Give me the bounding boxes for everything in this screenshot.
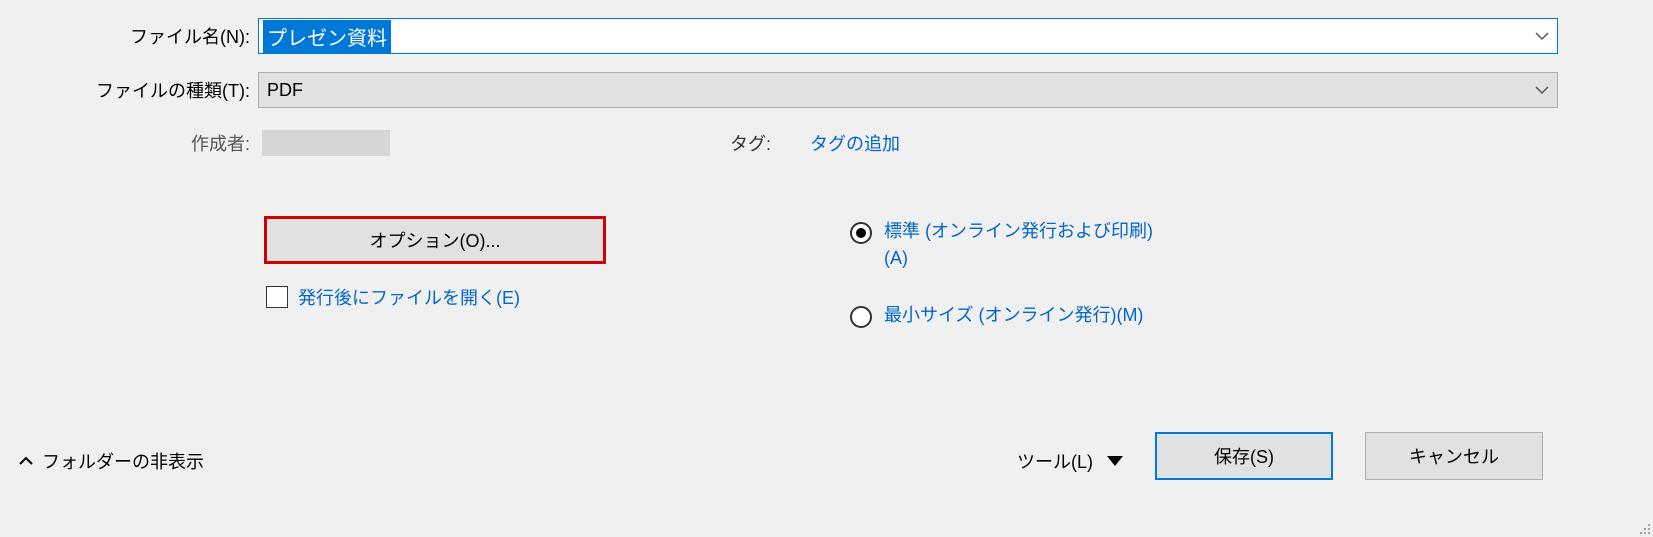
triangle-down-icon [1107, 456, 1123, 466]
author-label: 作成者: [0, 130, 258, 156]
add-tag-link[interactable]: タグの追加 [810, 130, 900, 156]
save-button[interactable]: 保存(S) [1155, 432, 1333, 480]
optimize-minimum-radio[interactable] [850, 306, 872, 328]
filetype-combobox[interactable]: PDF [258, 72, 1558, 108]
filename-combobox[interactable]: プレゼン資料 [258, 18, 1558, 54]
optimize-minimum-label[interactable]: 最小サイズ (オンライン発行)(M) [884, 302, 1143, 329]
filetype-value: PDF [267, 80, 303, 101]
optimize-standard-label[interactable]: 標準 (オンライン発行および印刷)(A) [884, 218, 1164, 272]
open-after-label[interactable]: 発行後にファイルを開く(E) [298, 284, 520, 310]
cancel-button[interactable]: キャンセル [1365, 432, 1543, 480]
filename-label: ファイル名(N): [0, 23, 258, 49]
open-after-checkbox[interactable] [266, 286, 288, 308]
tools-label: ツール(L) [1017, 448, 1093, 474]
filename-value: プレゼン資料 [263, 20, 391, 53]
author-value[interactable] [262, 130, 390, 156]
chevron-down-icon [1535, 85, 1549, 95]
hide-folders-toggle[interactable]: フォルダーの非表示 [18, 448, 204, 474]
radio-dot-icon [856, 228, 866, 238]
resize-grip-icon[interactable] [1637, 521, 1651, 535]
options-button[interactable]: オプション(O)... [264, 216, 606, 264]
hide-folders-label: フォルダーの非表示 [42, 448, 204, 474]
tools-dropdown[interactable]: ツール(L) [1017, 448, 1123, 474]
chevron-down-icon [1535, 31, 1549, 41]
filetype-label: ファイルの種類(T): [0, 77, 258, 103]
optimize-standard-radio[interactable] [850, 222, 872, 244]
tags-label: タグ: [730, 130, 771, 156]
chevron-up-icon [18, 455, 34, 467]
